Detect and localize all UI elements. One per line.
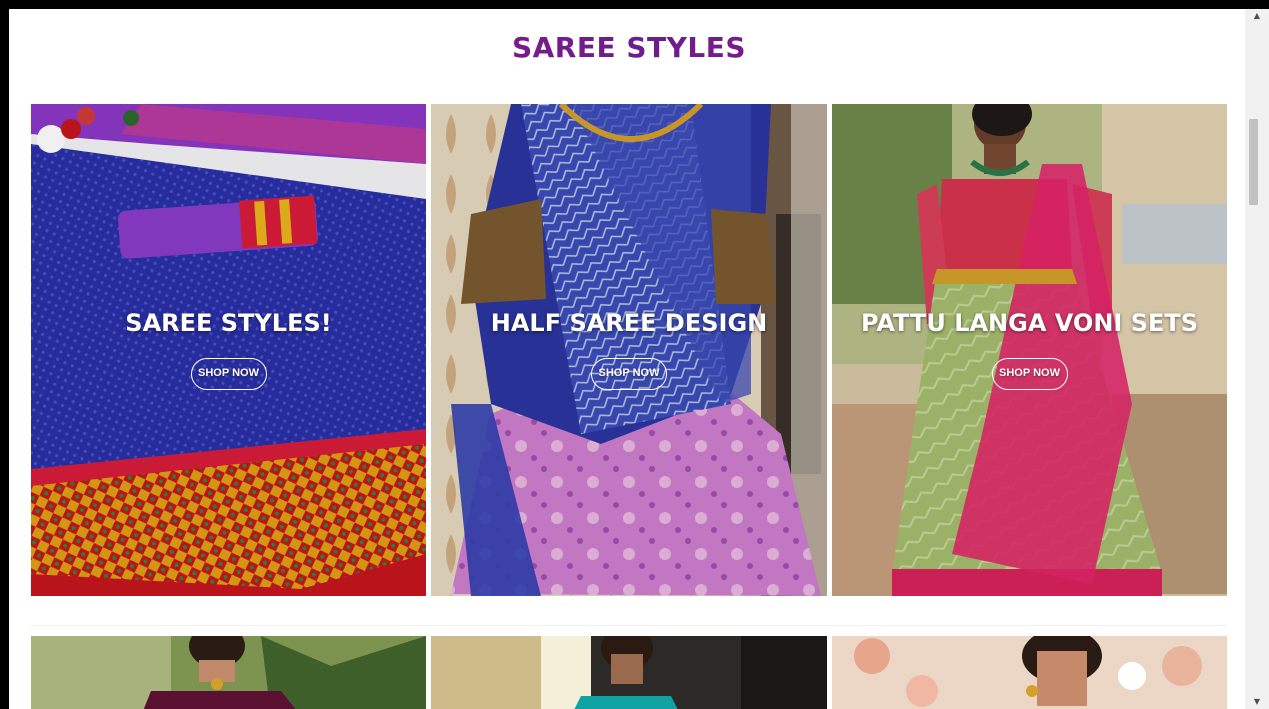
card-heading: HALF SAREE DESIGN [490,309,768,337]
shop-now-button[interactable]: SHOP NOW [991,358,1068,390]
bride-floral-background-image [832,636,1227,709]
shop-now-button[interactable]: SHOP NOW [190,358,267,390]
card-saree-styles[interactable]: SAREE STYLES! SHOP NOW [31,104,426,596]
model-green-background-image [31,636,426,709]
card-overlay [31,104,426,596]
card-heading: PATTU LANGA VONI SETS [860,309,1199,337]
model-teal-saree-image [431,636,827,709]
card-row2-2[interactable] [431,636,827,709]
card-half-saree-design[interactable]: HALF SAREE DESIGN SHOP NOW [431,104,827,596]
page-content: SAREE STYLES SAREE STYLES! SHOP NOW HALF… [9,9,1245,709]
card-pattu-langa-voni-sets[interactable]: PATTU LANGA VONI SETS SHOP NOW [832,104,1227,596]
scroll-up-icon[interactable]: ▲ [1245,9,1269,23]
row-divider [31,625,1227,626]
card-heading: SAREE STYLES! [125,309,332,337]
section-title: SAREE STYLES [9,31,1245,64]
scroll-thumb[interactable] [1249,119,1258,205]
card-overlay [832,104,1227,596]
card-row2-3[interactable] [832,636,1227,709]
scroll-down-icon[interactable]: ▼ [1245,695,1269,709]
card-overlay [431,104,827,596]
vertical-scrollbar[interactable]: ▲ ▼ [1245,9,1269,709]
card-row2-1[interactable] [31,636,426,709]
shop-now-button[interactable]: SHOP NOW [591,358,667,390]
